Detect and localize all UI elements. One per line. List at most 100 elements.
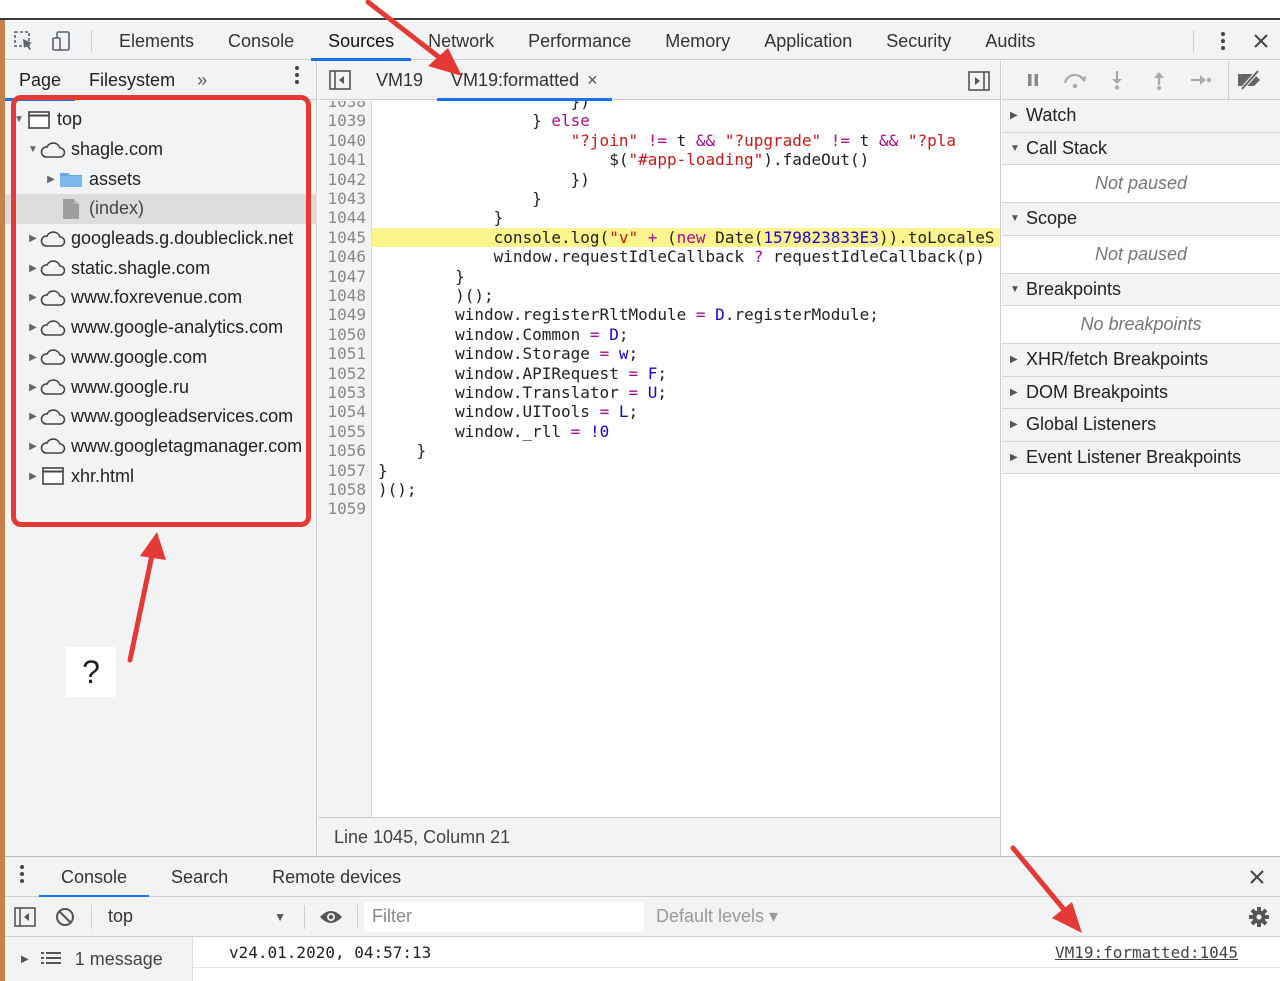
- line-number[interactable]: 1040: [318, 131, 372, 150]
- line-number[interactable]: 1051: [318, 344, 372, 363]
- line-number[interactable]: 1038: [318, 101, 372, 111]
- tree-item[interactable]: ▶ static.shagle.com: [5, 253, 317, 283]
- line-number[interactable]: 1041: [318, 150, 372, 169]
- line-number[interactable]: 1056: [318, 441, 372, 460]
- tree-item[interactable]: ▶ www.googleadservices.com: [5, 402, 317, 432]
- code-line[interactable]: 1056 }: [318, 441, 1000, 460]
- code-line[interactable]: 1049 window.registerRltModule = D.regist…: [318, 305, 1000, 324]
- code-line[interactable]: 1038 }): [318, 101, 1000, 111]
- navigator-tab-page[interactable]: Page: [5, 61, 76, 101]
- expanded-triangle-icon[interactable]: ▼: [13, 114, 25, 125]
- tree-item[interactable]: ▶ xhr.html: [5, 461, 317, 491]
- line-number[interactable]: 1042: [318, 170, 372, 189]
- tree-item[interactable]: ▶ googleads.g.doubleclick.net: [5, 224, 317, 254]
- tree-item[interactable]: ▼ shagle.com: [5, 135, 317, 165]
- tab-performance[interactable]: Performance: [511, 22, 648, 60]
- drawer-tab-console[interactable]: Console: [39, 857, 150, 898]
- line-number[interactable]: 1045: [318, 228, 372, 247]
- console-settings-gear-icon[interactable]: [1248, 897, 1270, 937]
- code-line[interactable]: 1044 }: [318, 208, 1000, 227]
- line-number[interactable]: 1058: [318, 480, 372, 499]
- line-number[interactable]: 1046: [318, 247, 372, 266]
- code-line[interactable]: 1041 $("#app-loading").fadeOut(): [318, 150, 1000, 169]
- toggle-debugger-icon[interactable]: [968, 61, 990, 100]
- tree-item[interactable]: ▶ www.google.com: [5, 343, 317, 373]
- line-number[interactable]: 1039: [318, 111, 372, 130]
- code-line[interactable]: 1047 }: [318, 267, 1000, 286]
- code-line[interactable]: 1048 )();: [318, 286, 1000, 305]
- editor-tab-vm19[interactable]: VM19: [362, 61, 437, 100]
- collapsed-triangle-icon[interactable]: ▶: [27, 292, 39, 303]
- step-over-icon[interactable]: [1054, 61, 1096, 100]
- tab-application[interactable]: Application: [747, 22, 869, 60]
- section-xhr-fetch-breakpoints[interactable]: ▶ XHR/fetch Breakpoints: [1002, 344, 1280, 377]
- navigator-menu-icon[interactable]: [294, 61, 300, 100]
- code-line[interactable]: 1039 } else: [318, 111, 1000, 130]
- console-sidebar-messages[interactable]: ▶ 1 message: [5, 937, 193, 981]
- navigator-tab-filesystem[interactable]: Filesystem: [75, 61, 189, 100]
- section-scope[interactable]: ▼ Scope: [1002, 203, 1280, 236]
- more-tabs-icon[interactable]: »: [189, 70, 215, 91]
- step-into-icon[interactable]: [1096, 61, 1138, 100]
- section-breakpoints[interactable]: ▼ Breakpoints: [1002, 273, 1280, 306]
- execution-context-select[interactable]: top ▼: [98, 906, 298, 927]
- code-line[interactable]: 1051 window.Storage = w;: [318, 344, 1000, 363]
- tab-audits[interactable]: Audits: [968, 22, 1052, 60]
- show-console-sidebar-icon[interactable]: [5, 897, 45, 937]
- code-line[interactable]: 1046 window.requestIdleCallback ? reques…: [318, 247, 1000, 266]
- code-line[interactable]: 1042 }): [318, 170, 1000, 189]
- collapsed-triangle-icon[interactable]: ▶: [27, 471, 39, 482]
- section-watch[interactable]: ▶ Watch: [1002, 100, 1280, 133]
- console-source-link[interactable]: VM19:formatted:1045: [1055, 943, 1238, 962]
- section-dom-breakpoints[interactable]: ▶ DOM Breakpoints: [1002, 376, 1280, 409]
- console-filter-input[interactable]: [364, 901, 644, 932]
- tree-item[interactable]: ▶ www.googletagmanager.com: [5, 432, 317, 462]
- line-number[interactable]: 1048: [318, 286, 372, 305]
- collapsed-triangle-icon[interactable]: ▶: [45, 174, 57, 185]
- deactivate-breakpoints-icon[interactable]: [1228, 60, 1270, 100]
- close-tab-icon[interactable]: ×: [587, 70, 598, 90]
- tree-item[interactable]: ▼ top: [5, 105, 317, 135]
- code-line[interactable]: 1053 window.Translator = U;: [318, 383, 1000, 402]
- tree-item[interactable]: ▶ www.foxrevenue.com: [5, 283, 317, 313]
- tree-item[interactable]: ▶ assets: [5, 164, 317, 194]
- collapsed-triangle-icon[interactable]: ▶: [27, 263, 39, 274]
- code-view[interactable]: 1038 }) 1039 } else 1040 "?join" != t && "…: [318, 101, 1000, 817]
- line-number[interactable]: 1049: [318, 305, 372, 324]
- live-expression-eye-icon[interactable]: [311, 897, 351, 937]
- tree-item[interactable]: ▶ www.google-analytics.com: [5, 313, 317, 343]
- code-line[interactable]: 1058)();: [318, 480, 1000, 499]
- code-line[interactable]: 1050 window.Common = D;: [318, 325, 1000, 344]
- step-icon[interactable]: [1180, 61, 1222, 100]
- expanded-triangle-icon[interactable]: ▼: [27, 144, 39, 155]
- section-global-listeners[interactable]: ▶ Global Listeners: [1002, 409, 1280, 442]
- line-number[interactable]: 1052: [318, 364, 372, 383]
- line-number[interactable]: 1053: [318, 383, 372, 402]
- code-line[interactable]: 1054 window.UITools = L;: [318, 402, 1000, 421]
- collapsed-triangle-icon[interactable]: ▶: [27, 411, 39, 422]
- tab-sources[interactable]: Sources: [311, 22, 412, 61]
- pause-icon[interactable]: [1012, 61, 1054, 100]
- tab-console[interactable]: Console: [211, 22, 311, 60]
- close-drawer-icon[interactable]: [1248, 857, 1266, 897]
- close-devtools-icon[interactable]: [1242, 22, 1280, 60]
- code-line[interactable]: 1040 "?join" != t && "?upgrade" != t && …: [318, 131, 1000, 150]
- collapsed-triangle-icon[interactable]: ▶: [27, 322, 39, 333]
- code-line[interactable]: 1055 window._rll = !0: [318, 422, 1000, 441]
- code-line[interactable]: 1052 window.APIRequest = F;: [318, 364, 1000, 383]
- tab-elements[interactable]: Elements: [102, 22, 211, 60]
- line-number[interactable]: 1047: [318, 267, 372, 286]
- code-line[interactable]: 1045 console.log("v" + (new Date(1579823…: [318, 227, 1000, 248]
- inspect-element-icon[interactable]: [5, 22, 43, 60]
- collapsed-triangle-icon[interactable]: ▶: [27, 441, 39, 452]
- section-event-listener-breakpoints[interactable]: ▶ Event Listener Breakpoints: [1002, 441, 1280, 474]
- drawer-menu-icon[interactable]: [5, 863, 39, 890]
- clear-console-icon[interactable]: [45, 897, 85, 937]
- toggle-navigator-icon[interactable]: [318, 61, 362, 100]
- tree-item[interactable]: ▶ www.google.ru: [5, 372, 317, 402]
- drawer-tab-remote-devices[interactable]: Remote devices: [250, 857, 423, 897]
- tab-security[interactable]: Security: [869, 22, 968, 60]
- step-out-icon[interactable]: [1138, 61, 1180, 100]
- line-number[interactable]: 1043: [318, 189, 372, 208]
- code-line[interactable]: 1043 }: [318, 189, 1000, 208]
